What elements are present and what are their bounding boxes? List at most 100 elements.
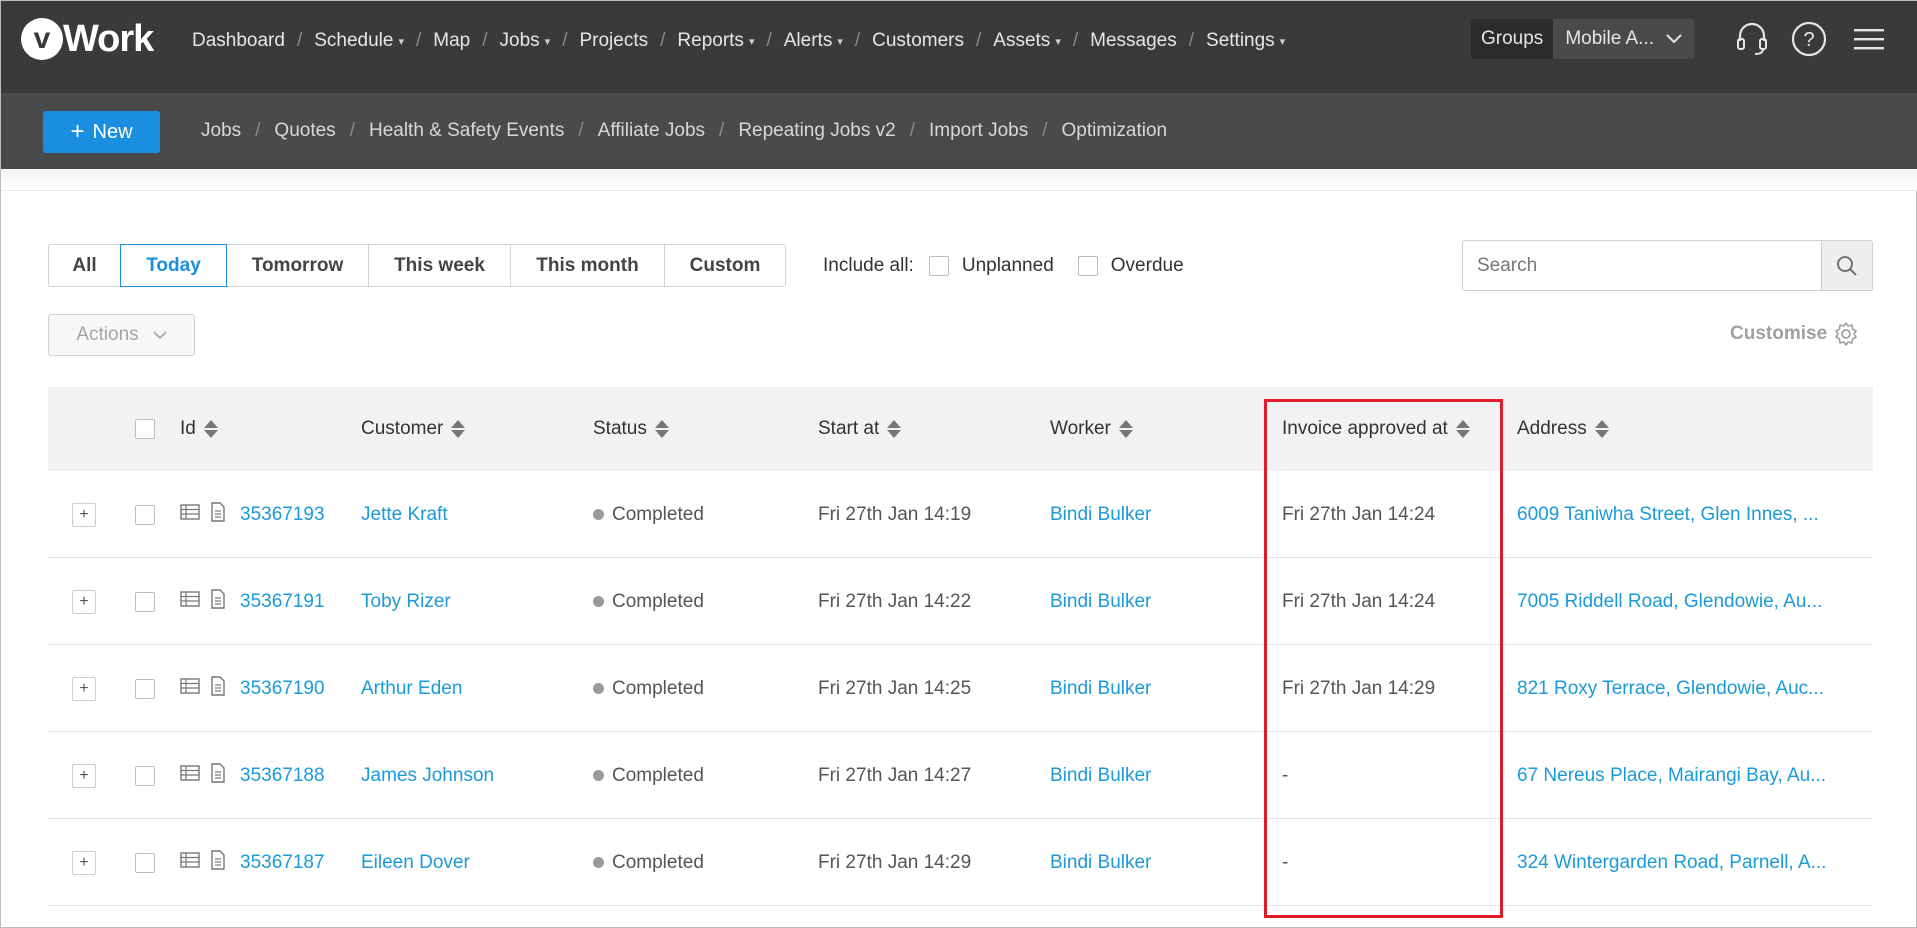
groups-label[interactable]: Groups (1471, 19, 1554, 59)
column-label: Address (1517, 418, 1587, 439)
search-input[interactable] (1463, 241, 1821, 290)
vwork-logo[interactable]: v Work (21, 16, 154, 62)
subnav-item-quotes[interactable]: Quotes (274, 120, 335, 142)
nav-item-alerts[interactable]: Alerts ▾ (784, 30, 843, 52)
search-button[interactable] (1821, 241, 1872, 290)
nav-separator: / (1072, 30, 1079, 51)
address-link[interactable]: 324 Wintergarden Road, Parnell, A... (1517, 819, 1837, 906)
overdue-checkbox[interactable] (1077, 255, 1098, 276)
caret-down-icon: ▾ (398, 35, 404, 48)
unplanned-checkbox[interactable] (928, 255, 949, 276)
row-checkbox[interactable] (135, 678, 155, 699)
filter-this-week[interactable]: This week (368, 244, 511, 287)
groups-dropdown[interactable]: Mobile A... (1553, 19, 1695, 59)
filter-tomorrow[interactable]: Tomorrow (226, 244, 369, 287)
document-icon[interactable] (210, 675, 226, 702)
caret-down-icon: ▾ (1055, 35, 1061, 48)
column-header-status[interactable]: Status (593, 387, 669, 471)
worker-link[interactable]: Bindi Bulker (1050, 732, 1151, 819)
customer-link[interactable]: James Johnson (361, 732, 494, 819)
job-id-link[interactable]: 35367187 (240, 819, 325, 906)
svg-text:?: ? (1803, 29, 1814, 51)
filter-all[interactable]: All (48, 244, 121, 287)
nav-item-assets[interactable]: Assets ▾ (993, 30, 1061, 52)
sort-icon (1455, 420, 1470, 438)
select-all-checkbox[interactable] (135, 419, 155, 439)
nav-item-projects[interactable]: Projects (579, 30, 648, 52)
row-checkbox[interactable] (135, 504, 155, 525)
nav-item-jobs[interactable]: Jobs ▾ (500, 30, 551, 52)
address-link[interactable]: 7005 Riddell Road, Glendowie, Au... (1517, 558, 1837, 645)
caret-down-icon: ▾ (1279, 35, 1286, 48)
nav-item-messages[interactable]: Messages (1090, 30, 1177, 52)
expand-row-button[interactable]: + (72, 502, 96, 527)
column-header-worker[interactable]: Worker (1050, 387, 1133, 471)
column-label: Id (180, 418, 196, 439)
expand-row-button[interactable]: + (72, 763, 96, 788)
job-id-link[interactable]: 35367193 (240, 471, 325, 558)
nav-item-dashboard[interactable]: Dashboard (192, 30, 285, 52)
job-id-link[interactable]: 35367191 (240, 558, 325, 645)
address-link[interactable]: 821 Roxy Terrace, Glendowie, Auc... (1517, 645, 1837, 732)
list-view-icon[interactable] (180, 503, 200, 526)
actions-dropdown[interactable]: Actions (48, 314, 195, 356)
document-icon[interactable] (210, 849, 226, 876)
nav-item-settings[interactable]: Settings ▾ (1206, 30, 1285, 52)
filter-this-month[interactable]: This month (510, 244, 665, 287)
column-header-start-at[interactable]: Start at (818, 387, 902, 471)
list-view-icon[interactable] (180, 851, 200, 874)
worker-link[interactable]: Bindi Bulker (1050, 645, 1151, 732)
chevron-down-icon (1666, 34, 1683, 44)
column-header-address[interactable]: Address (1517, 387, 1609, 471)
document-icon[interactable] (210, 501, 226, 528)
customise-button[interactable]: Customise (1730, 319, 1859, 349)
document-icon[interactable] (210, 588, 226, 615)
subnav-item-affiliate-jobs[interactable]: Affiliate Jobs (598, 120, 705, 142)
worker-link[interactable]: Bindi Bulker (1050, 558, 1151, 645)
nav-item-map[interactable]: Map (433, 30, 470, 52)
search-box (1462, 240, 1873, 291)
list-view-icon[interactable] (180, 590, 200, 613)
list-view-icon[interactable] (180, 677, 200, 700)
customer-link[interactable]: Toby Rizer (361, 558, 451, 645)
subnav-item-repeating-jobs-v2[interactable]: Repeating Jobs v2 (738, 120, 895, 142)
subnav-item-import-jobs[interactable]: Import Jobs (929, 120, 1028, 142)
column-header-invoice-approved-at[interactable]: Invoice approved at (1282, 387, 1470, 471)
job-id-link[interactable]: 35367188 (240, 732, 325, 819)
expand-row-button[interactable]: + (72, 676, 96, 701)
subnav-item-jobs[interactable]: Jobs (201, 120, 241, 142)
filter-today[interactable]: Today (120, 244, 227, 287)
column-header-id[interactable]: Id (180, 387, 218, 471)
customer-link[interactable]: Eileen Dover (361, 819, 470, 906)
row-icons-cell (180, 819, 226, 906)
start-at-cell: Fri 27th Jan 14:29 (818, 851, 972, 873)
nav-item-schedule[interactable]: Schedule ▾ (314, 30, 404, 52)
headset-icon[interactable] (1734, 21, 1770, 57)
actions-label: Actions (76, 324, 139, 345)
row-checkbox[interactable] (135, 591, 155, 612)
customer-link[interactable]: Arthur Eden (361, 645, 462, 732)
subnav-item-health-safety-events[interactable]: Health & Safety Events (369, 120, 564, 142)
subnav-item-optimization[interactable]: Optimization (1062, 120, 1168, 142)
filter-custom[interactable]: Custom (664, 244, 786, 287)
customer-link[interactable]: Jette Kraft (361, 471, 448, 558)
row-checkbox[interactable] (135, 852, 155, 873)
date-filter-group: All Today Tomorrow This week This month Custo… (48, 244, 786, 287)
help-icon[interactable]: ? (1791, 21, 1827, 57)
expand-row-button[interactable]: + (72, 589, 96, 614)
hamburger-menu-icon[interactable] (1851, 21, 1887, 57)
row-checkbox[interactable] (135, 765, 155, 786)
expand-row-button[interactable]: + (72, 850, 96, 875)
main-nav: Dashboard / Schedule ▾ / Map / Jobs ▾ / Projects / R… (192, 1, 1285, 81)
nav-item-reports[interactable]: Reports ▾ (677, 30, 754, 52)
column-header-customer[interactable]: Customer (361, 387, 466, 471)
address-link[interactable]: 6009 Taniwha Street, Glen Innes, ... (1517, 471, 1837, 558)
new-button[interactable]: + New (43, 111, 160, 153)
address-link[interactable]: 67 Nereus Place, Mairangi Bay, Au... (1517, 732, 1837, 819)
document-icon[interactable] (210, 762, 226, 789)
list-view-icon[interactable] (180, 764, 200, 787)
worker-link[interactable]: Bindi Bulker (1050, 819, 1151, 906)
job-id-link[interactable]: 35367190 (240, 645, 325, 732)
worker-link[interactable]: Bindi Bulker (1050, 471, 1151, 558)
nav-item-customers[interactable]: Customers (872, 30, 964, 52)
